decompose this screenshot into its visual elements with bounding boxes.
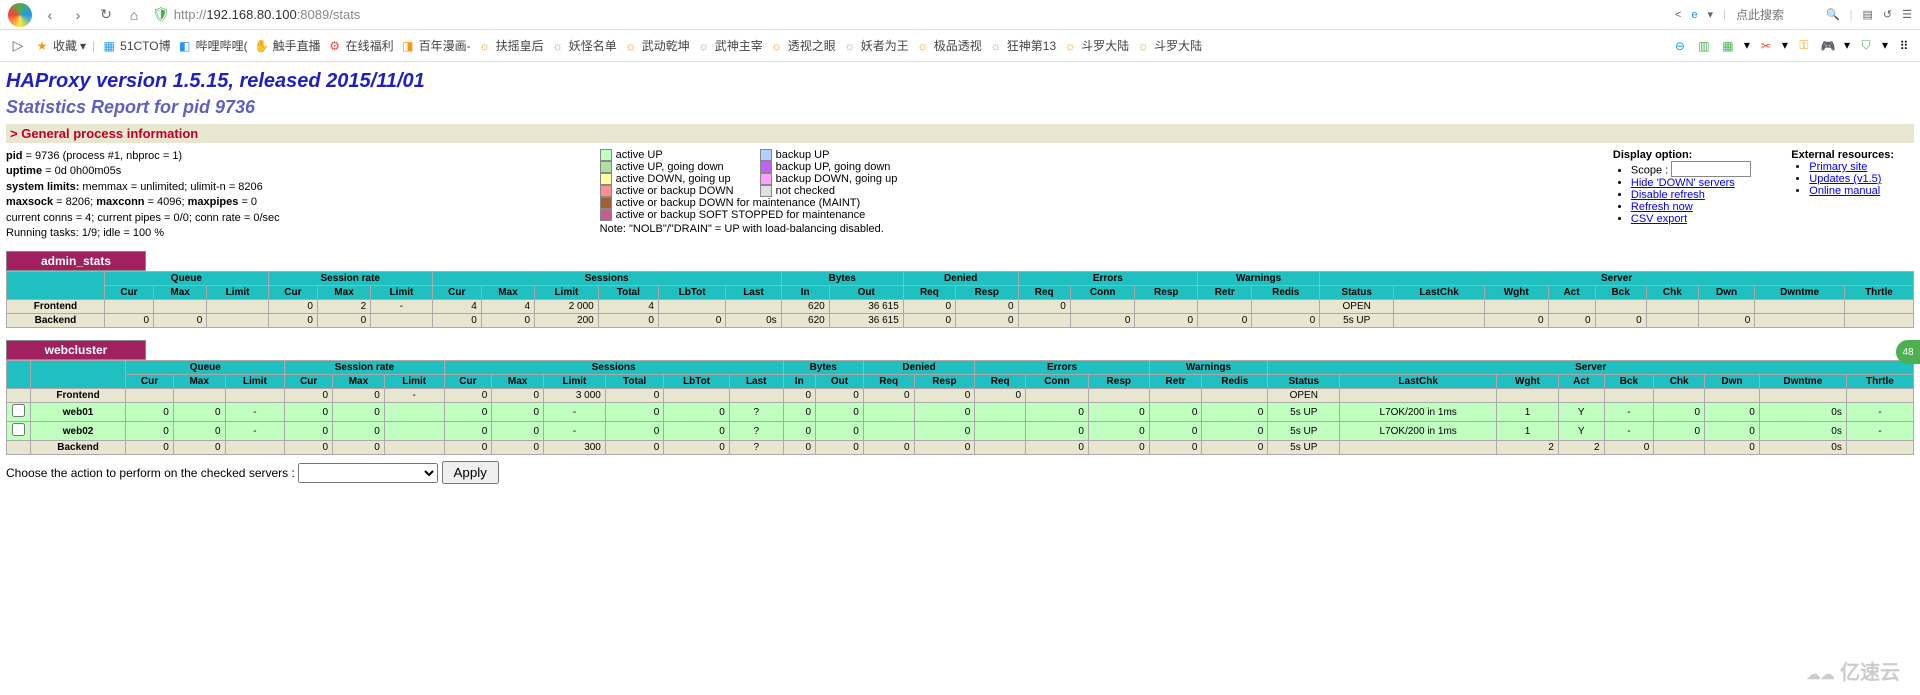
reload-button[interactable]: ↻	[96, 5, 116, 25]
apply-button[interactable]: Apply	[442, 461, 499, 484]
browser-logo-icon	[8, 3, 32, 27]
action-row: Choose the action to perform on the chec…	[6, 461, 1914, 484]
proxy-admin-stats: admin_stats Queue Session rate Sessions …	[6, 251, 1914, 328]
disable-refresh-link[interactable]: Disable refresh	[1631, 189, 1705, 201]
bookmark-item[interactable]: ☼妖者为王	[842, 37, 909, 54]
home-button[interactable]: ⌂	[124, 5, 144, 25]
refresh-now-link[interactable]: Refresh now	[1631, 201, 1693, 213]
hide-down-link[interactable]: Hide 'DOWN' servers	[1631, 177, 1735, 189]
bookmark-item[interactable]: ◧哔哩哔哩(	[177, 37, 248, 54]
page-subtitle: Statistics Report for pid 9736	[6, 97, 1914, 118]
book-icon[interactable]: ▥	[1696, 38, 1712, 54]
ie-icon[interactable]: e	[1691, 9, 1697, 21]
browser-toolbar: ‹ › ↻ ⌂ 🛡 http://192.168.80.100:8089/sta…	[0, 0, 1920, 30]
stats-table-webcluster: Queue Session rate Sessions Bytes Denied…	[6, 360, 1914, 455]
page-content: HAProxy version 1.5.15, released 2015/11…	[0, 62, 1920, 504]
status-legend: active UPbackup UP active UP, going down…	[600, 149, 920, 235]
right-links: Display option: Scope : Hide 'DOWN' serv…	[1613, 149, 1914, 225]
primary-site-link[interactable]: Primary site	[1809, 161, 1867, 173]
favorites-button[interactable]: ★收藏▾	[34, 37, 86, 54]
bookmark-item[interactable]: ☼极品透视	[915, 37, 982, 54]
bookmark-item[interactable]: ☼狂神第13	[988, 37, 1056, 54]
scope-input[interactable]	[1671, 161, 1751, 177]
cut-icon[interactable]: ✂	[1758, 38, 1774, 54]
section-header: > General process information	[6, 124, 1914, 143]
proxy-name[interactable]: webcluster	[6, 340, 146, 360]
dropdown-icon[interactable]: ▾	[1708, 8, 1714, 21]
watermark: ☁☁ 亿速云	[1806, 656, 1900, 685]
display-option-title: Display option:	[1613, 149, 1692, 161]
share-icon[interactable]: <	[1675, 9, 1681, 21]
manual-link[interactable]: Online manual	[1809, 185, 1880, 197]
process-info-text: pid = 9736 (process #1, nbproc = 1) upti…	[6, 149, 280, 241]
apps-icon[interactable]: ⠿	[1896, 38, 1912, 54]
url-bar[interactable]: 🛡 http://192.168.80.100:8089/stats	[152, 6, 1667, 23]
bookmark-item[interactable]: ◨百年漫画-	[400, 37, 471, 54]
key-icon[interactable]: ⚿	[1796, 38, 1812, 54]
table-row: Backend 00 00 0030000? 00 00 00 00 5s UP…	[7, 441, 1914, 455]
page-title: HAProxy version 1.5.15, released 2015/11…	[6, 70, 1914, 93]
bookmark-item[interactable]: ☼扶摇皇后	[477, 37, 544, 54]
bookmark-item[interactable]: ☼武神主宰	[696, 37, 763, 54]
grid-icon[interactable]: ▦	[1720, 38, 1736, 54]
back-button[interactable]: ‹	[40, 5, 60, 25]
server-checkbox[interactable]	[12, 423, 25, 436]
csv-export-link[interactable]: CSV export	[1631, 213, 1687, 225]
panel-icon[interactable]: ▤	[1863, 8, 1873, 21]
search-icon[interactable]: 🔍	[1826, 8, 1840, 21]
action-label: Choose the action to perform on the chec…	[6, 466, 295, 480]
table-row: web01 00- 00 00-00? 00 0 00 00 5s UPL7OK…	[7, 403, 1914, 422]
shield-icon: 🛡	[152, 6, 170, 23]
bookmark-item[interactable]: ✋触手直播	[254, 37, 321, 54]
search-input[interactable]	[1736, 8, 1816, 22]
undo-icon[interactable]: ↺	[1883, 8, 1892, 21]
url-text: http://192.168.80.100:8089/stats	[174, 7, 361, 22]
proxy-webcluster: webcluster Queue Session rate Sessions B…	[6, 340, 1914, 484]
general-process-info: pid = 9736 (process #1, nbproc = 1) upti…	[6, 149, 1914, 241]
bookmark-item[interactable]: ☼妖怪名单	[550, 37, 617, 54]
bookmark-item[interactable]: ☼斗罗大陆	[1135, 37, 1202, 54]
proxy-name[interactable]: admin_stats	[6, 251, 146, 271]
bookmark-item[interactable]: ☼武动乾坤	[623, 37, 690, 54]
forward-button[interactable]: ›	[68, 5, 88, 25]
server-checkbox[interactable]	[12, 404, 25, 417]
play-icon[interactable]: ▷	[8, 36, 28, 56]
table-row: Backend 00 00 00200000s 62036 615 00 00 …	[7, 314, 1914, 328]
shield-icon[interactable]: ⛉	[1858, 38, 1874, 54]
bookmark-item[interactable]: ▦51CTO博	[101, 37, 170, 54]
game-icon[interactable]: 🎮	[1820, 38, 1836, 54]
table-row: web02 00- 00 00-00? 00 0 00 00 5s UPL7OK…	[7, 422, 1914, 441]
bookmark-item[interactable]: ⚙在线福利	[327, 37, 394, 54]
menu-icon[interactable]: ☰	[1902, 8, 1912, 21]
stats-table-admin: Queue Session rate Sessions Bytes Denied…	[6, 271, 1914, 328]
minus-icon[interactable]: ⊖	[1672, 38, 1688, 54]
bookmark-item[interactable]: ☼斗罗大陆	[1062, 37, 1129, 54]
toolbar-right: < e ▾ | 🔍 | ▤ ↺ ☰	[1675, 8, 1912, 22]
updates-link[interactable]: Updates (v1.5)	[1809, 173, 1881, 185]
external-resources-title: External resources:	[1791, 149, 1894, 161]
table-row: Frontend 00- 003 0000 00 00 0 OPEN	[7, 389, 1914, 403]
table-row: Frontend 02- 442 0004 62036 615 00 0 OPE…	[7, 300, 1914, 314]
bookmarks-bar: ▷ ★收藏▾ | ▦51CTO博 ◧哔哩哔哩( ✋触手直播 ⚙在线福利 ◨百年漫…	[0, 30, 1920, 62]
action-select[interactable]	[298, 463, 438, 483]
float-badge[interactable]: 48	[1896, 340, 1920, 364]
bookmark-item[interactable]: ☼透视之眼	[769, 37, 836, 54]
